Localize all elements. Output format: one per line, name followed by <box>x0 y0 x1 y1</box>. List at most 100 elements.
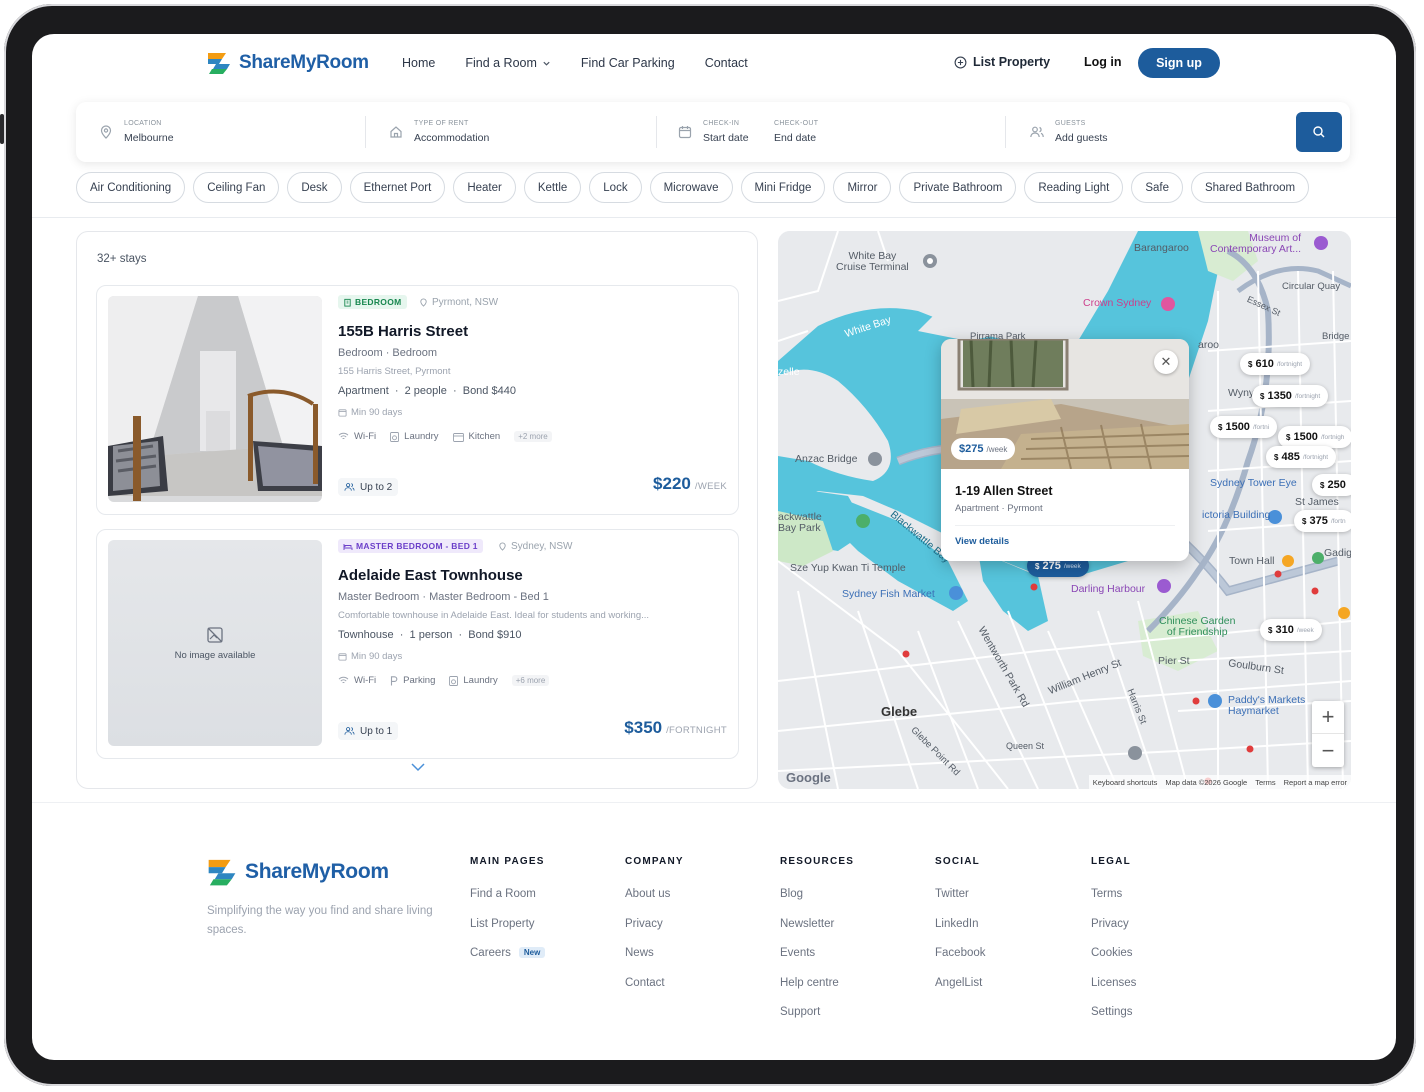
listing-photo[interactable] <box>108 296 322 502</box>
footer-link[interactable]: Cookies <box>1091 947 1136 977</box>
map-price-pin[interactable]: $375/fortn <box>1294 510 1351 532</box>
map-price-pin[interactable]: $250 <box>1312 474 1351 496</box>
zoom-in-button[interactable]: + <box>1312 701 1344 734</box>
zoom-out-button[interactable]: − <box>1312 734 1344 767</box>
calendar-icon <box>338 653 347 661</box>
pin-price: 485 <box>1281 451 1300 463</box>
footer-link[interactable]: Settings <box>1091 1006 1136 1036</box>
logo[interactable]: ShareMyRoom <box>205 50 369 76</box>
map-label: Crown Sydney <box>1083 297 1152 309</box>
map-view[interactable]: White Bay Cruise Terminal White Bay Bara… <box>778 231 1351 789</box>
map-price-pin[interactable]: $610/fortnight <box>1240 353 1311 375</box>
map-price-pin[interactable]: $485/fortnight <box>1266 446 1337 468</box>
signup-button[interactable]: Sign up <box>1138 48 1220 78</box>
more-amenities[interactable]: +2 more <box>514 431 552 442</box>
filter-chip[interactable]: Ethernet Port <box>349 172 446 203</box>
footer-link[interactable]: Privacy <box>625 918 684 948</box>
footer-link[interactable]: AngelList <box>935 977 986 1007</box>
footer-link[interactable]: List Property <box>470 918 545 948</box>
nav-car-parking[interactable]: Find Car Parking <box>581 56 675 70</box>
checkin-field[interactable]: CHECK-IN Start date <box>677 116 749 144</box>
close-icon[interactable]: ✕ <box>1154 350 1178 374</box>
more-amenities[interactable]: +6 more <box>511 675 550 686</box>
footer-link[interactable]: Twitter <box>935 888 986 918</box>
guests-field[interactable]: GUESTS Add guests <box>1029 116 1108 144</box>
pin-period: /week <box>1063 562 1081 570</box>
bed-icon <box>343 543 353 550</box>
filter-chip[interactable]: Ceiling Fan <box>193 172 280 203</box>
footer-link[interactable]: Help centre <box>780 977 854 1007</box>
listing-description: Comfortable townhouse in Adelaide East. … <box>338 610 650 621</box>
footer-link[interactable]: LinkedIn <box>935 918 986 948</box>
listing-photo-placeholder[interactable]: No image available <box>108 540 322 746</box>
listing-title[interactable]: 155B Harris Street <box>338 323 468 340</box>
map-attribution: Keyboard shortcuts Map data ©2026 Google… <box>1088 775 1351 789</box>
footer-link[interactable]: Terms <box>1091 888 1136 918</box>
nav-find-room[interactable]: Find a Room <box>465 56 551 70</box>
pin-period: /fortni <box>1252 423 1270 431</box>
search-button[interactable] <box>1296 112 1342 152</box>
price-period: /WEEK <box>694 481 727 492</box>
filter-chip[interactable]: Reading Light <box>1024 172 1124 203</box>
filter-chip[interactable]: Shared Bathroom <box>1190 172 1310 203</box>
filter-chip[interactable]: Safe <box>1131 172 1183 203</box>
popup-price-amount: $275 <box>959 443 984 455</box>
footer-link[interactable]: Licenses <box>1091 977 1136 1007</box>
map-label: St James <box>1295 496 1339 508</box>
map-label: ackwattle Bay Park <box>778 511 822 534</box>
filter-chip[interactable]: Kettle <box>523 172 582 203</box>
filter-chip[interactable]: Air Conditioning <box>76 172 186 203</box>
tablet-frame: ShareMyRoom Home Find a Room Find Car Pa… <box>0 4 1416 1086</box>
listing-card[interactable]: No image available MASTER BEDROOM - BED … <box>96 529 739 759</box>
footer-link[interactable]: News <box>625 947 684 977</box>
keyboard-shortcuts-link[interactable]: Keyboard shortcuts <box>1093 778 1158 787</box>
footer-logo[interactable]: ShareMyRoom <box>205 856 389 888</box>
footer-link[interactable]: About us <box>625 888 684 918</box>
footer-link[interactable]: Privacy <box>1091 918 1136 948</box>
popup-title[interactable]: 1-19 Allen Street <box>955 484 1053 498</box>
filter-chip[interactable]: Microwave <box>649 172 733 203</box>
footer-link-careers[interactable]: Careers New <box>470 947 546 977</box>
nav-home[interactable]: Home <box>402 56 435 70</box>
footer-link[interactable]: Newsletter <box>780 918 854 948</box>
filter-chip[interactable]: Private Bathroom <box>899 172 1017 203</box>
footer-link[interactable]: Contact <box>625 977 684 1007</box>
map-price-pin[interactable]: $310/week <box>1260 619 1322 641</box>
map-label: Barangaroo <box>1134 242 1189 254</box>
pin-currency: $ <box>1218 422 1223 432</box>
terms-link[interactable]: Terms <box>1255 778 1275 787</box>
listing-card[interactable]: BEDROOM Pyrmont, NSW 155B Harris Street … <box>96 285 739 515</box>
map-price-pin[interactable]: $1350/fortnight <box>1252 385 1329 407</box>
list-property-link[interactable]: List Property <box>954 55 1050 69</box>
checkout-field[interactable]: CHECK-OUT End date <box>774 116 818 144</box>
location-field[interactable]: LOCATION Melbourne <box>98 116 174 144</box>
footer-link[interactable]: Find a Room <box>470 888 545 918</box>
footer-link[interactable]: Blog <box>780 888 854 918</box>
filter-chip[interactable]: Lock <box>589 172 642 203</box>
filter-chip[interactable]: Desk <box>287 172 342 203</box>
amenity-filter-bar: Air Conditioning Ceiling Fan Desk Ethernet … <box>76 172 1352 204</box>
filter-chip[interactable]: Mirror <box>833 172 892 203</box>
filter-chip[interactable]: Mini Fridge <box>740 172 826 203</box>
map-price-pin[interactable]: $1500/fortnigh <box>1278 426 1351 448</box>
footer-link[interactable]: Events <box>780 947 854 977</box>
listing-title[interactable]: Adelaide East Townhouse <box>338 567 523 584</box>
footer-link[interactable]: Support <box>780 1006 854 1036</box>
login-button[interactable]: Log in <box>1084 55 1122 69</box>
map-label: Town Hall <box>1229 555 1275 567</box>
footer-heading: RESOURCES <box>780 856 855 867</box>
location-label: LOCATION <box>124 120 162 127</box>
chevron-down-icon[interactable] <box>410 762 426 772</box>
map-price-pin[interactable]: $1500/fortni <box>1210 416 1278 438</box>
list-property-label: List Property <box>973 55 1051 69</box>
checkin-value: Start date <box>703 132 749 144</box>
rent-type-field[interactable]: TYPE OF RENT Accommodation <box>388 116 489 144</box>
nav-contact[interactable]: Contact <box>705 56 748 70</box>
listing-popup[interactable]: ✕ $275/week 1-19 Allen Street Apartment … <box>941 339 1189 561</box>
guests-label: GUESTS <box>1055 120 1086 127</box>
map-label: Darling Harbour <box>1071 583 1146 595</box>
view-details-link[interactable]: View details <box>955 536 1009 547</box>
report-error-link[interactable]: Report a map error <box>1284 778 1347 787</box>
footer-link[interactable]: Facebook <box>935 947 986 977</box>
filter-chip[interactable]: Heater <box>453 172 516 203</box>
